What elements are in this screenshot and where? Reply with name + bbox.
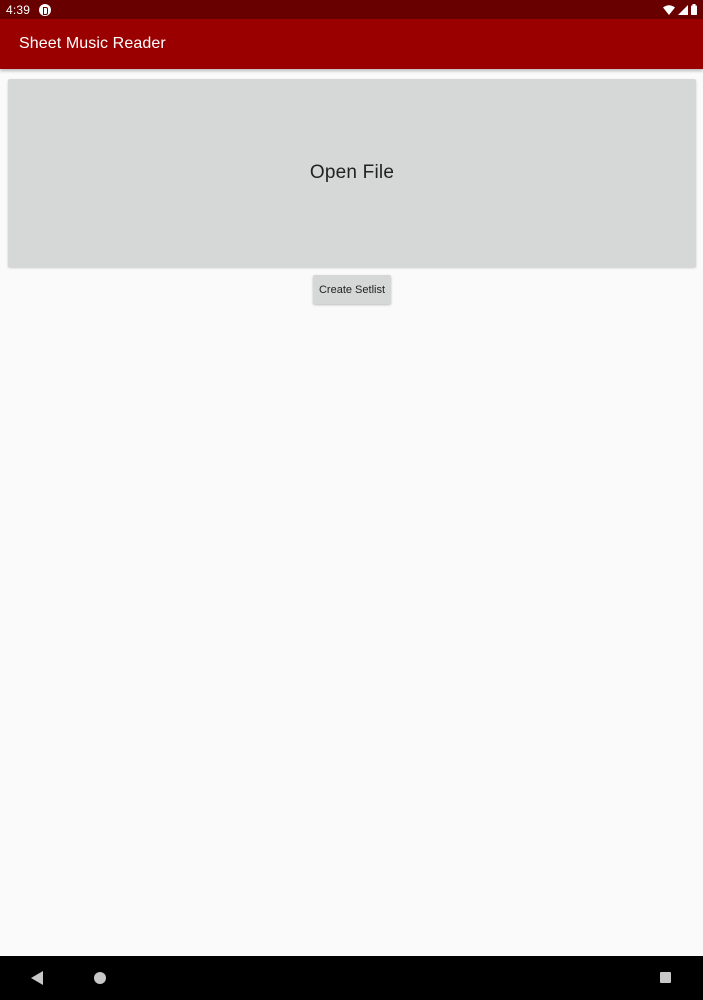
status-bar: 4:39 <box>0 0 703 19</box>
create-setlist-button[interactable]: Create Setlist <box>313 275 391 304</box>
battery-icon <box>691 4 697 15</box>
signal-icon <box>678 4 688 15</box>
app-bar: Sheet Music Reader <box>0 19 703 69</box>
back-icon[interactable] <box>31 971 43 985</box>
status-time: 4:39 <box>6 2 31 17</box>
status-left: 4:39 <box>6 2 52 17</box>
home-icon[interactable] <box>94 972 106 984</box>
recents-icon[interactable] <box>660 972 671 983</box>
open-file-button[interactable]: Open File <box>8 79 696 267</box>
open-file-label: Open File <box>309 162 395 183</box>
status-right <box>663 4 697 15</box>
notification-icon <box>39 3 52 16</box>
app-title: Sheet Music Reader <box>19 35 166 52</box>
create-setlist-label: Create Setlist <box>318 283 386 296</box>
screen: 4:39 Sheet Music Reader Open File Create… <box>0 0 703 1000</box>
nav-bar <box>0 956 703 1000</box>
wifi-icon <box>663 4 675 15</box>
